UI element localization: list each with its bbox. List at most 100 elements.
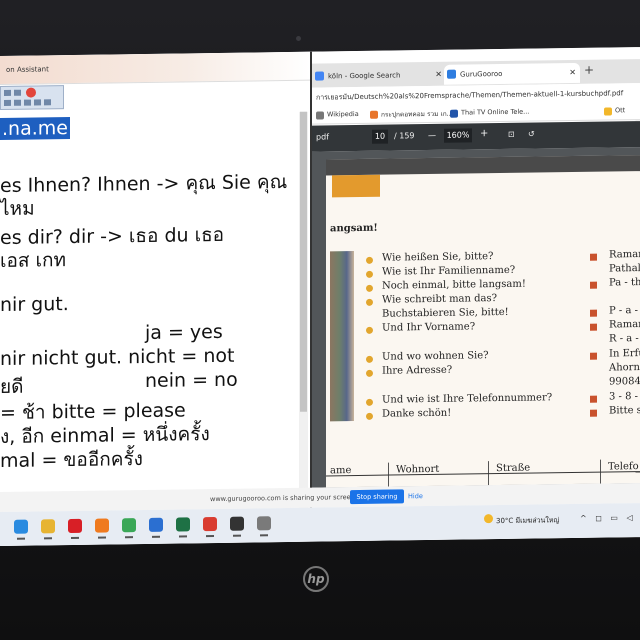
dialogue-line: Und Ihr Vorname? xyxy=(382,321,476,334)
new-tab-button[interactable]: + xyxy=(584,63,594,77)
chrome-icon[interactable] xyxy=(122,518,136,533)
bookmark-kapook[interactable]: กระปุกดอทคอม รวม เก... xyxy=(370,109,453,120)
italic-icon[interactable] xyxy=(14,99,21,106)
app-window-icon[interactable] xyxy=(257,516,271,531)
answer-line: Pa - th xyxy=(609,277,640,289)
dialogue-line: Noch einmal, bitte langsam! xyxy=(382,278,526,292)
excel-icon[interactable] xyxy=(176,517,190,532)
rotate-icon[interactable]: ↺ xyxy=(528,130,535,139)
text-line: ja = yes xyxy=(145,320,223,344)
close-tab-icon[interactable]: ✕ xyxy=(435,65,442,85)
netflix-icon[interactable] xyxy=(68,518,82,534)
selected-text: .na.me xyxy=(0,117,70,140)
table-rule xyxy=(326,470,640,477)
folder-icon xyxy=(604,107,612,116)
align-right-icon[interactable] xyxy=(44,99,51,106)
bullet-icon xyxy=(366,355,373,363)
answer-line: Raman xyxy=(609,318,640,331)
tab-google-search[interactable]: köln - Google Search ✕ xyxy=(312,65,446,87)
zoom-level-input[interactable]: 160% xyxy=(444,128,472,143)
fit-page-icon[interactable]: ⊡ xyxy=(508,130,515,139)
dialogue-line: Wie ist Ihr Familienname? xyxy=(382,264,516,278)
notepad-titlebar: on Assistant —☐✕ xyxy=(0,51,310,85)
browser-window: köln - Google Search ✕ GuruGooroo ✕ + กา… xyxy=(310,47,640,542)
chrome-2-icon[interactable] xyxy=(203,516,217,532)
bold-icon[interactable] xyxy=(4,99,11,106)
answer-marker-icon xyxy=(590,352,597,360)
stop-sharing-button[interactable]: Stop sharing xyxy=(350,489,404,505)
app-blue-icon[interactable] xyxy=(149,517,163,532)
tab-label: GuruGooroo xyxy=(460,69,503,79)
text-line: nein = no xyxy=(145,368,238,392)
scroll-thumb[interactable] xyxy=(300,111,307,412)
dialogue-line: Und wo wohnen Sie? xyxy=(382,350,489,363)
answer-line: P - a - xyxy=(609,305,638,317)
text-line: mal = ขออีกครั้ง xyxy=(0,448,143,472)
wikipedia-icon xyxy=(316,111,324,120)
kapook-icon xyxy=(370,110,378,119)
bookmark-wikipedia[interactable]: Wikipedia xyxy=(316,109,359,120)
text-line: ไหม xyxy=(0,197,35,220)
person-photo xyxy=(330,251,354,422)
bookmark-other[interactable]: Ott xyxy=(604,106,626,116)
file-explorer-icon[interactable] xyxy=(41,519,55,534)
vertical-scrollbar[interactable] xyxy=(299,111,308,532)
bullet-icon xyxy=(366,270,373,278)
align-center-icon[interactable] xyxy=(34,99,41,106)
hp-logo: hp xyxy=(303,566,329,592)
pdf-page: angsam! Wie heißen Sie, bitte? Wie ist I… xyxy=(326,154,640,488)
zoom-in-button[interactable]: + xyxy=(480,128,488,139)
bullet-icon xyxy=(366,369,373,377)
close-icon[interactable] xyxy=(26,87,36,98)
gurugooroo-icon xyxy=(447,69,456,79)
system-tray[interactable]: ^ ◻ ▭ ◁ xyxy=(580,513,636,523)
weather-text[interactable]: 30°C มีเมฆส่วนใหญ่ xyxy=(496,515,559,527)
bullet-icon xyxy=(366,298,373,306)
document-text-area[interactable]: .na.me es Ihnen? Ihnen -> คุณ Sie คุณ ไห… xyxy=(0,112,300,546)
dialogue-line: Wie heißen Sie, bitte? xyxy=(382,251,494,264)
url-text: การเยอรมัน/Deutsch%20als%20Fremsprache/T… xyxy=(316,89,624,102)
play-icon xyxy=(450,109,458,118)
edge-icon[interactable] xyxy=(14,519,28,534)
dialogue-line: Ihre Adresse? xyxy=(382,364,453,377)
window-title: on Assistant xyxy=(6,65,49,74)
pdf-viewport[interactable]: angsam! Wie heißen Sie, bitte? Wie ist I… xyxy=(312,147,640,488)
answer-line: In Erfu xyxy=(609,347,640,360)
toolbar-icon[interactable] xyxy=(4,89,11,96)
close-tab-icon[interactable]: ✕ xyxy=(569,63,576,83)
toolbar-icon[interactable] xyxy=(14,89,21,96)
format-toolbar xyxy=(0,85,64,110)
answer-marker-icon xyxy=(590,253,597,261)
bookmark-label: Wikipedia xyxy=(327,109,359,119)
bullet-icon xyxy=(366,256,373,264)
page-total: / 159 xyxy=(394,131,415,141)
text-line: nir nicht gut. nicht = not xyxy=(0,344,235,370)
answer-line: Raman xyxy=(609,248,640,261)
tab-gurugooroo[interactable]: GuruGooroo ✕ xyxy=(444,62,580,85)
answer-marker-icon xyxy=(590,323,597,331)
firefox-icon[interactable] xyxy=(95,518,109,533)
google-icon xyxy=(315,71,324,81)
hide-button[interactable]: Hide xyxy=(408,492,423,500)
answer-line: Ahorns xyxy=(609,361,640,374)
text-line: nir gut. xyxy=(0,293,69,316)
bookmark-label: Ott xyxy=(615,106,626,115)
zoom-out-button[interactable]: — xyxy=(428,131,436,140)
bookmark-label: Thai TV Online Tele... xyxy=(461,107,530,117)
bullet-icon xyxy=(366,398,373,406)
bookmark-thai-tv[interactable]: Thai TV Online Tele... xyxy=(450,107,530,118)
text-line: es Ihnen? Ihnen -> คุณ Sie คุณ xyxy=(0,170,288,197)
dialogue-line: Danke schön! xyxy=(382,407,452,420)
notepad-window: on Assistant —☐✕ .na.me es Ihnen? Ihnen … xyxy=(0,51,310,547)
bookmark-label: กระปุกดอทคอม รวม เก... xyxy=(381,109,453,119)
align-left-icon[interactable] xyxy=(24,99,31,106)
answer-marker-icon xyxy=(590,395,597,403)
obs-icon[interactable] xyxy=(230,516,244,531)
page-number-input[interactable]: 10 xyxy=(372,129,388,144)
answer-line: Pathal xyxy=(609,263,640,275)
bullet-icon xyxy=(366,326,373,334)
share-message: www.gurugooroo.com is sharing your scree… xyxy=(210,493,357,504)
answer-line: 99084 E xyxy=(609,376,640,388)
bullet-icon xyxy=(366,412,373,420)
dialogue-line: Und wie ist Ihre Telefonnummer? xyxy=(382,392,553,406)
